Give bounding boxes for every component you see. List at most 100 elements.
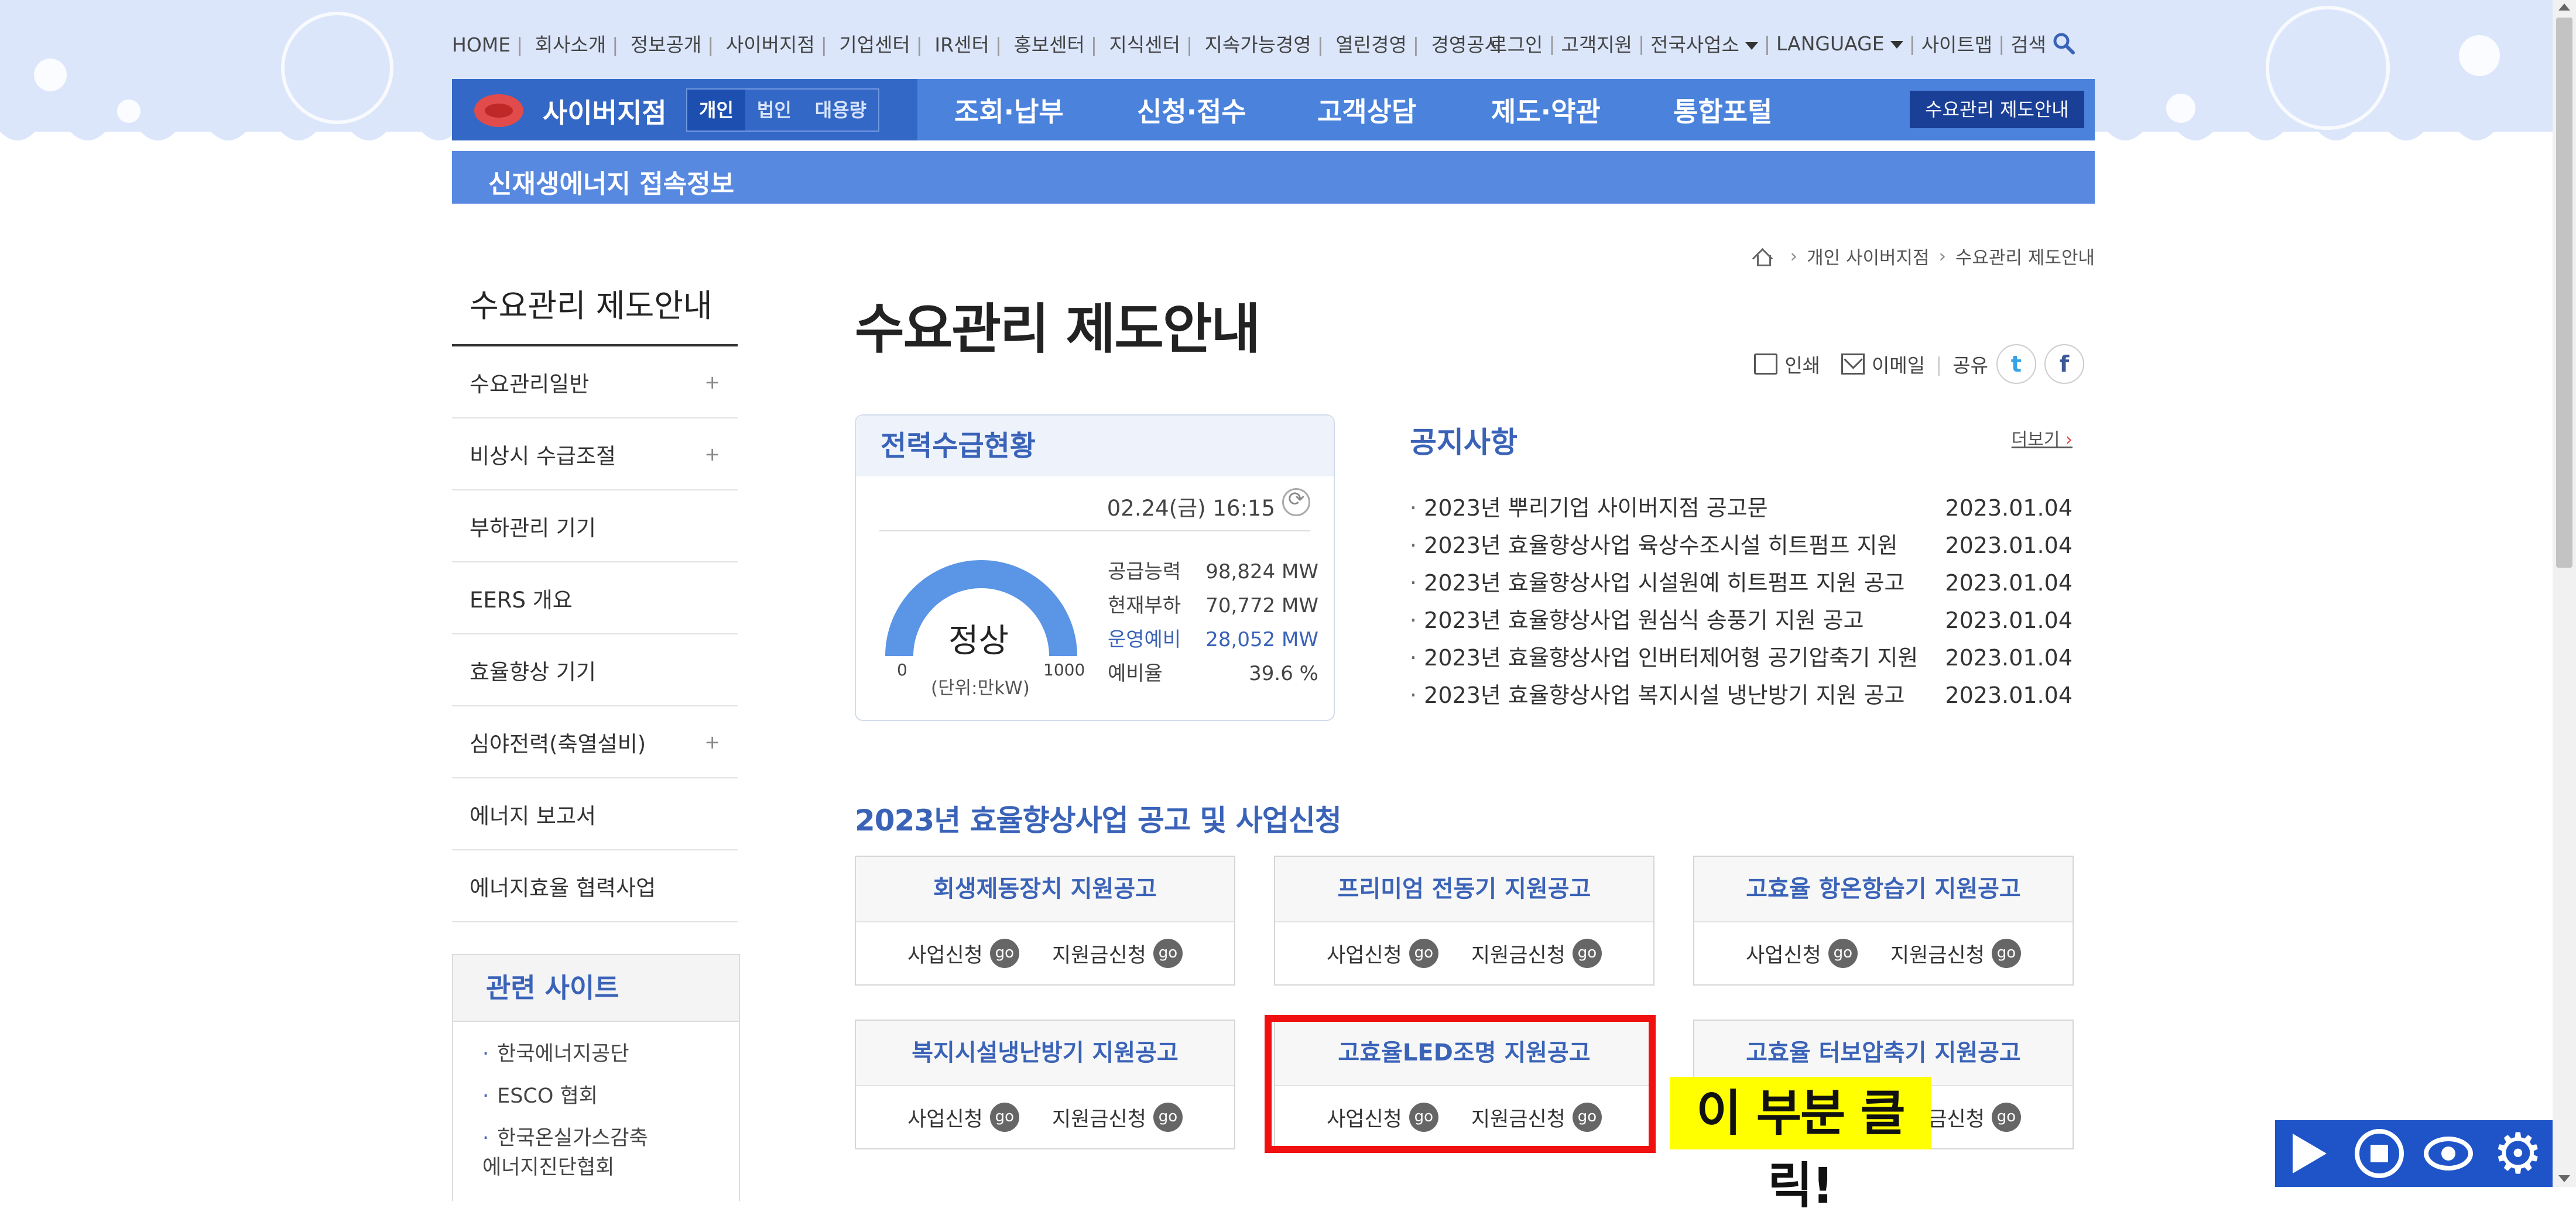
notice-item[interactable]: 2023년 효율향상사업 육상수조시설 히트펌프 지원2023.01.04 <box>1410 527 2073 564</box>
power-status-timestamp: 02.24(금) 16:15 <box>1107 496 1275 521</box>
scroll-down-icon[interactable] <box>2558 1175 2570 1182</box>
subsidy-link[interactable]: 지원금신청 go <box>1890 939 2021 969</box>
program-card: 프리미엄 전동기 지원공고 사업신청 go 지원금신청 go <box>1274 856 1654 986</box>
util-link-business-center[interactable]: 기업센터 <box>839 29 910 57</box>
scroll-up-icon[interactable] <box>2558 4 2570 11</box>
print-button[interactable]: 인쇄 <box>1784 350 1820 378</box>
apply-link[interactable]: 사업신청go <box>1746 939 1858 969</box>
sidebar-item[interactable]: 비상시 수급조절 + <box>452 418 738 490</box>
program-card-title[interactable]: 회생제동장치 지원공고 <box>856 857 1234 922</box>
program-card-title[interactable]: 프리미엄 전동기 지원공고 <box>1275 857 1653 922</box>
power-status-card: 전력수급현황 02.24(금) 16:15 정상 0 1000 (단위:만kW)… <box>855 414 1335 721</box>
util-link-ir[interactable]: IR센터 <box>934 29 989 57</box>
util-link-language[interactable]: LANGUAGE <box>1776 32 1903 55</box>
subsidy-link[interactable]: 지원금신청 go <box>1052 1103 1183 1132</box>
menu-consultation[interactable]: 고객상담 <box>1317 91 1416 129</box>
go-icon[interactable]: go <box>1828 939 1858 968</box>
util-link-offices[interactable]: 전국사업소 <box>1650 29 1758 57</box>
util-link-sustainability[interactable]: 지속가능경영 <box>1205 29 1311 57</box>
util-link-home[interactable]: HOME <box>452 33 511 56</box>
menu-policies[interactable]: 제도·약관 <box>1491 91 1601 129</box>
go-icon[interactable]: go <box>1991 939 2021 968</box>
util-link-cyber-branch[interactable]: 사이버지점 <box>726 29 815 57</box>
breadcrumb: › 개인 사이버지점 › 수요관리 제도안내 <box>1753 243 2095 269</box>
gauge-unit: (단위:만kW) <box>931 678 1030 699</box>
plus-icon: + <box>704 370 720 393</box>
chevron-right-icon: › <box>1938 245 1946 267</box>
util-link-disclosure[interactable]: 정보공개 <box>631 29 701 57</box>
menu-application[interactable]: 신청·접수 <box>1137 91 1246 129</box>
util-link-knowledge[interactable]: 지식센터 <box>1109 29 1180 57</box>
settings-button[interactable]: ⚙ <box>2493 1125 2543 1182</box>
sidebar-item[interactable]: 심야전력(축열설비) + <box>452 706 738 778</box>
subsidy-link[interactable]: 지원금신청 go <box>1471 939 1602 969</box>
eye-icon <box>2424 1137 2474 1170</box>
go-icon[interactable]: go <box>1153 939 1183 968</box>
util-link-sitemap[interactable]: 사이트맵 <box>1921 29 1992 57</box>
segment-corporate[interactable]: 법인 <box>745 90 803 131</box>
home-icon[interactable] <box>1753 246 1773 266</box>
scrollbar[interactable] <box>2553 0 2576 1187</box>
preview-button[interactable] <box>2424 1129 2474 1178</box>
go-icon[interactable]: go <box>989 939 1019 968</box>
notice-board: 공지사항 더보기 2023년 뿌리기업 사이버지점 공고문2023.01.04 … <box>1410 419 2073 714</box>
util-link-pr[interactable]: 홍보센터 <box>1013 29 1084 57</box>
go-icon[interactable]: go <box>989 1103 1019 1132</box>
related-site-link[interactable]: 한국에너지공단 <box>482 1039 739 1069</box>
related-site-link[interactable]: ESCO 협회 <box>482 1082 739 1111</box>
search-icon[interactable] <box>2052 32 2075 55</box>
go-icon[interactable]: go <box>1991 1103 2021 1132</box>
program-card-title[interactable]: 복지시설냉난방기 지원공고 <box>856 1021 1234 1086</box>
facebook-icon[interactable]: f <box>2044 344 2084 384</box>
decor-bubble <box>2459 35 2500 76</box>
menu-inquiry-payment[interactable]: 조회·납부 <box>954 91 1064 129</box>
util-link-support[interactable]: 고객지원 <box>1561 29 1632 57</box>
notice-item[interactable]: 2023년 효율향상사업 원심식 송풍기 지원 공고2023.01.04 <box>1410 602 2073 639</box>
cyber-branch-title[interactable]: 사이버지점 <box>543 92 667 131</box>
stop-button[interactable] <box>2354 1129 2404 1178</box>
refresh-icon[interactable] <box>1282 488 1310 516</box>
program-card-title[interactable]: 고효율 항온항습기 지원공고 <box>1694 857 2073 922</box>
more-link[interactable]: 더보기 <box>2012 425 2073 451</box>
sidebar-item[interactable]: 효율향상 기기 <box>452 634 738 706</box>
apply-link[interactable]: 사업신청go <box>907 1103 1019 1132</box>
notice-item[interactable]: 2023년 효율향상사업 인버터제어형 공기압축기 지원2023.01.04 <box>1410 639 2073 677</box>
play-button[interactable] <box>2285 1129 2334 1178</box>
breadcrumb-item[interactable]: 개인 사이버지점 <box>1807 243 1930 269</box>
email-button[interactable]: 이메일 <box>1872 350 1925 378</box>
print-icon[interactable] <box>1754 353 1778 375</box>
related-sites: 관련 사이트 한국에너지공단 ESCO 협회 한국온실가스감축 에너지진단협회 <box>452 954 740 1201</box>
menu-portal[interactable]: 통합포털 <box>1673 91 1772 129</box>
sidebar-item[interactable]: 부하관리 기기 <box>452 490 738 562</box>
notice-item[interactable]: 2023년 뿌리기업 사이버지점 공고문2023.01.04 <box>1410 489 2073 527</box>
sidebar-item[interactable]: EERS 개요 <box>452 562 738 634</box>
apply-link[interactable]: 사업신청go <box>1327 939 1438 969</box>
program-card: 회생제동장치 지원공고 사업신청 go 지원금신청 go <box>855 856 1235 986</box>
util-link-open-management[interactable]: 열린경영 <box>1335 29 1406 57</box>
go-icon[interactable]: go <box>1153 1103 1183 1132</box>
sidebar-item[interactable]: 에너지효율 협력사업 <box>452 850 738 922</box>
twitter-icon[interactable]: t <box>1996 344 2036 384</box>
related-site-link[interactable]: 한국온실가스감축 에너지진단협회 <box>482 1124 670 1182</box>
go-icon[interactable]: go <box>1572 939 1602 968</box>
mail-icon[interactable] <box>1841 353 1865 375</box>
go-icon[interactable]: go <box>1409 939 1438 968</box>
segment-personal[interactable]: 개인 <box>687 90 745 131</box>
sidebar-item[interactable]: 에너지 보고서 <box>452 778 738 850</box>
sidebar-item[interactable]: 수요관리일반 + <box>452 346 738 418</box>
util-link-search[interactable]: 검색 <box>2010 29 2046 57</box>
notice-item[interactable]: 2023년 효율향상사업 복지시설 냉난방기 지원 공고2023.01.04 <box>1410 677 2073 714</box>
stat-row: 운영예비 28,052 MW <box>1108 628 1318 651</box>
util-link-company[interactable]: 회사소개 <box>535 29 606 57</box>
logo-icon <box>474 94 523 127</box>
scrollbar-thumb[interactable] <box>2556 18 2572 568</box>
decor-ring <box>2266 6 2390 130</box>
current-page-tab[interactable]: 수요관리 제도안내 <box>1910 91 2084 128</box>
renewable-info-link[interactable]: 신재생에너지 접속정보 <box>488 163 734 200</box>
apply-link[interactable]: 사업신청go <box>907 939 1019 969</box>
notice-item[interactable]: 2023년 효율향상사업 시설원예 히트펌프 지원 공고2023.01.04 <box>1410 564 2073 602</box>
segment-large[interactable]: 대용량 <box>803 90 878 131</box>
util-link-login[interactable]: 로그인 <box>1489 29 1543 57</box>
subsidy-link[interactable]: 지원금신청 go <box>1052 939 1183 969</box>
page-title: 수요관리 제도안내 <box>855 298 1260 361</box>
